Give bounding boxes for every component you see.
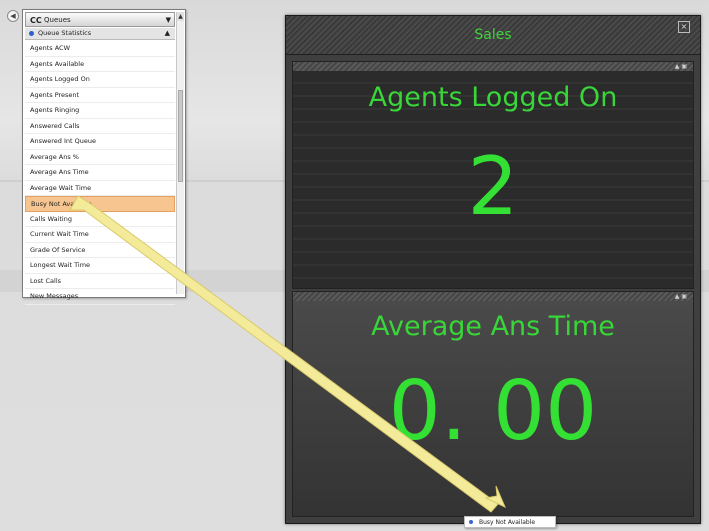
list-scrollbar[interactable]: ▲ [176,12,184,294]
list-item[interactable]: Average Wait Time [25,181,175,196]
statistic-list: Agents ACW Agents Available Agents Logge… [25,41,175,305]
list-item[interactable]: Current Wait Time [25,227,175,243]
list-item[interactable]: Average Ans Time [25,165,175,181]
chevron-up-icon: ▲ [164,29,170,37]
list-item[interactable]: Agents Available [25,57,175,72]
tile-controls-icon[interactable]: ▲ ▣ [675,292,687,301]
queues-icon: CC [30,16,42,25]
list-item[interactable]: Calls Waiting [25,212,175,227]
queue-statistics-group[interactable]: Queue Statistics ▲ [25,28,175,40]
tile-value: 2 [467,140,519,233]
list-item[interactable]: Lost Calls [25,274,175,289]
panel-title: Sales [286,16,700,55]
tile-controls-icon[interactable]: ▲ ▣ [675,62,687,71]
chevron-down-icon: ▼ [165,16,171,24]
queues-dropdown[interactable]: CC Queues ▼ [25,12,175,27]
list-item[interactable]: Average Ans % [25,150,175,165]
queue-statistics-label: Queue Statistics [38,29,92,37]
scroll-up-icon[interactable]: ▲ [177,12,184,21]
drag-item-bullet-icon [469,520,473,524]
drag-item-label: Busy Not Available [479,519,536,526]
tile-label: Agents Logged On [368,82,618,113]
list-item-selected[interactable]: Busy Not Available [25,196,175,212]
close-icon[interactable]: × [678,21,690,33]
tile-header-strip [293,292,693,301]
stat-tile: ▲ ▣ Agents Logged On 2 [292,61,694,289]
stat-tile: ▲ ▣ Average Ans Time 0. 00 [292,291,694,517]
list-item[interactable]: Longest Wait Time [25,258,175,274]
list-item[interactable]: Agents Present [25,88,175,103]
list-item[interactable]: Agents ACW [25,41,175,57]
list-item[interactable]: Answered Calls [25,119,175,134]
collapse-panel-button[interactable]: ◀ [7,10,19,22]
tile-label: Average Ans Time [371,311,615,342]
tile-value: 0. 00 [388,364,598,459]
list-item[interactable]: Grade Of Service [25,243,175,258]
queues-dropdown-label: Queues [44,16,71,24]
list-item[interactable]: Agents Logged On [25,72,175,88]
scroll-thumb[interactable] [178,90,183,182]
list-item[interactable]: New Messages [25,289,175,305]
list-item[interactable]: Answered Int Queue [25,134,175,150]
list-item[interactable]: Agents Ringing [25,103,175,119]
sales-wallboard-panel: Sales × ▲ ▣ Agents Logged On 2 ▲ ▣ Avera… [285,15,701,524]
group-bullet-icon [29,31,34,36]
tile-header-strip [293,62,693,71]
drag-item[interactable]: Busy Not Available [464,516,556,528]
statistic-picker: CC Queues ▼ Queue Statistics ▲ Agents AC… [22,9,186,305]
